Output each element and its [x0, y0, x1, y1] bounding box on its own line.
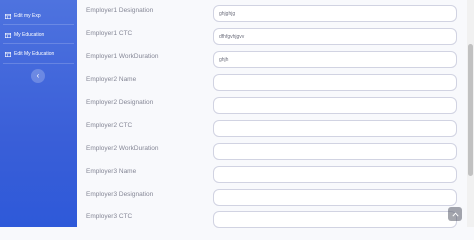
sidebar-item-edit-my-education[interactable]: Edit My Education	[0, 45, 77, 63]
form-row-employer3-name: Employer3 Name	[77, 165, 467, 187]
scrollbar-thumb[interactable]	[468, 44, 473, 176]
employer1-workduration-input[interactable]	[213, 51, 457, 68]
sidebar-toggle-button[interactable]: ‹	[31, 69, 45, 83]
employer3-name-input[interactable]	[213, 166, 457, 183]
sidebar-item-edit-my-exp[interactable]: Edit my Exp	[0, 7, 77, 25]
employer2-workduration-input[interactable]	[213, 143, 457, 160]
chevron-left-icon: ‹	[36, 71, 40, 80]
field-label: Employer3 Designation	[86, 191, 154, 198]
field-label: Employer3 CTC	[86, 213, 133, 220]
chevron-up-icon	[451, 211, 459, 217]
sidebar-divider	[3, 63, 74, 64]
form-row-employer2-name: Employer2 Name	[77, 73, 467, 95]
form-row-employer1-ctc: Employer1 CTC	[77, 27, 467, 49]
employer1-designation-input[interactable]	[213, 5, 457, 22]
field-label: Employer1 WorkDuration	[86, 53, 159, 60]
sidebar-item-label: Edit my Exp	[14, 13, 41, 19]
field-label: Employer1 CTC	[86, 30, 133, 37]
field-label: Employer2 CTC	[86, 122, 133, 129]
employer3-ctc-input[interactable]	[213, 211, 457, 228]
table-icon	[5, 13, 11, 19]
sidebar-item-label: Edit My Education	[14, 51, 55, 57]
employer2-name-input[interactable]	[213, 74, 457, 91]
form-row-employer2-designation: Employer2 Designation	[77, 96, 467, 118]
form-row-employer1-workduration: Employer1 WorkDuration	[77, 50, 467, 72]
form-row-employer3-designation: Employer3 Designation	[77, 188, 467, 210]
table-icon	[5, 51, 11, 57]
sidebar-item-label: My Education	[14, 32, 45, 38]
form-row-employer2-workduration: Employer2 WorkDuration	[77, 142, 467, 164]
field-label: Employer3 Name	[86, 168, 137, 175]
scroll-to-top-button[interactable]	[448, 207, 462, 221]
sidebar: Edit my Exp My Education Edit My Educati…	[0, 0, 77, 227]
employer2-designation-input[interactable]	[213, 97, 457, 114]
employer1-ctc-input[interactable]	[213, 28, 457, 45]
field-label: Employer2 Designation	[86, 99, 154, 106]
sidebar-divider	[3, 43, 74, 44]
form-row-employer1-designation: Employer1 Designation	[77, 4, 467, 26]
form-row-employer3-ctc: Employer3 CTC	[77, 210, 467, 232]
form-row-employer2-ctc: Employer2 CTC	[77, 119, 467, 141]
page-scrollbar[interactable]	[467, 0, 474, 227]
sidebar-item-my-education[interactable]: My Education	[0, 26, 77, 44]
employer2-ctc-input[interactable]	[213, 120, 457, 137]
form-area: Employer1 Designation Employer1 CTC Empl…	[77, 0, 467, 228]
field-label: Employer2 Name	[86, 76, 137, 83]
field-label: Employer2 WorkDuration	[86, 145, 159, 152]
employer3-designation-input[interactable]	[213, 189, 457, 206]
field-label: Employer1 Designation	[86, 7, 154, 14]
sidebar-divider	[3, 24, 74, 25]
table-icon	[5, 32, 11, 38]
